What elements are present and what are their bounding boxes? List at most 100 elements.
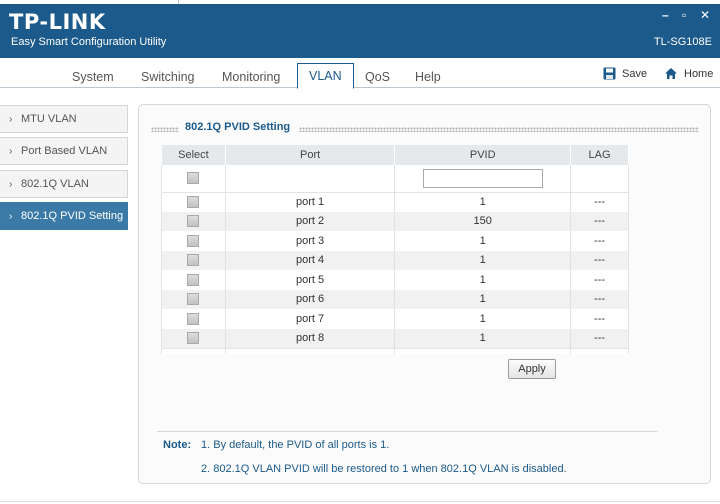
chevron-right-icon: › (9, 211, 13, 222)
app-subtitle: Easy Smart Configuration Utility (11, 36, 167, 48)
note-label: Note: (163, 439, 192, 451)
row-checkbox[interactable] (187, 332, 200, 345)
row-checkbox[interactable] (187, 215, 200, 228)
bulk-edit-row (161, 165, 629, 193)
pvid-cell: 1 (394, 231, 572, 251)
save-button[interactable]: Save (603, 67, 647, 80)
table-row: port 4 1 --- (161, 250, 629, 270)
table-header-row: Select Port PVID LAG (161, 145, 629, 165)
empty-cell (224, 347, 396, 354)
row-select-cell (161, 270, 226, 290)
row-checkbox[interactable] (187, 312, 200, 325)
row-select-cell (161, 328, 226, 348)
column-header-pvid: PVID (394, 145, 572, 165)
section-divider (299, 127, 699, 132)
pvid-cell: 1 (394, 289, 572, 309)
pvid-cell: 1 (394, 328, 572, 348)
floppy-disk-icon (603, 67, 616, 80)
home-label: Home (684, 67, 714, 80)
row-select-cell (161, 211, 226, 231)
home-button[interactable]: Home (664, 67, 713, 80)
main-nav: System Switching Monitoring VLAN QoS Hel… (0, 58, 720, 89)
table-row: port 3 1 --- (161, 231, 629, 251)
close-icon[interactable]: ✕ (700, 8, 710, 22)
select-all-cell (161, 165, 226, 193)
tab-system[interactable]: System (72, 68, 114, 88)
port-cell: port 5 (224, 270, 396, 290)
port-cell: port 1 (224, 192, 396, 212)
sidebar-item-8021q-vlan[interactable]: › 802.1Q VLAN (0, 170, 128, 198)
tab-vlan[interactable]: VLAN (297, 63, 354, 89)
lag-cell: --- (570, 211, 629, 231)
sidebar-item-label: 802.1Q VLAN (21, 178, 89, 190)
select-all-checkbox[interactable] (187, 172, 200, 185)
empty-cell (570, 347, 629, 354)
row-checkbox[interactable] (187, 234, 200, 247)
chevron-right-icon: › (9, 114, 13, 125)
pvid-input-cell (394, 165, 572, 193)
lag-cell: --- (570, 231, 629, 251)
sidebar-item-port-based-vlan[interactable]: › Port Based VLAN (0, 137, 128, 165)
empty-cell (394, 347, 572, 354)
empty-cell (570, 165, 629, 193)
lag-cell: --- (570, 328, 629, 348)
table-row: port 5 1 --- (161, 270, 629, 290)
lag-cell: --- (570, 250, 629, 270)
section-divider (151, 127, 179, 132)
row-select-cell (161, 250, 226, 270)
pvid-table: Select Port PVID LAG port 1 1 --- port 2… (161, 145, 629, 354)
row-checkbox[interactable] (187, 254, 200, 267)
pvid-input[interactable] (422, 168, 543, 188)
house-icon (665, 68, 677, 79)
row-checkbox[interactable] (187, 273, 200, 286)
chevron-right-icon: › (9, 179, 13, 190)
pvid-cell: 1 (394, 270, 572, 290)
row-checkbox[interactable] (187, 293, 200, 306)
port-cell: port 3 (224, 231, 396, 251)
pvid-settings-panel: 802.1Q PVID Setting Select Port PVID LAG (138, 104, 711, 484)
row-select-cell (161, 289, 226, 309)
empty-cell (224, 165, 396, 193)
sidebar-item-label: 802.1Q PVID Setting (21, 210, 124, 222)
tab-monitoring[interactable]: Monitoring (222, 68, 280, 88)
note-divider (157, 431, 657, 432)
device-model: TL-SG108E (653, 36, 712, 48)
note-line-1: 1. By default, the PVID of all ports is … (201, 439, 390, 451)
row-select-cell (161, 192, 226, 212)
save-label: Save (622, 67, 648, 80)
table-row: port 1 1 --- (161, 192, 629, 212)
row-checkbox[interactable] (187, 196, 200, 209)
table-row: port 7 1 --- (161, 309, 629, 329)
tab-qos[interactable]: QoS (365, 68, 390, 88)
window-bottom-edge (0, 501, 720, 502)
port-cell: port 8 (224, 328, 396, 348)
sidebar-item-label: Port Based VLAN (21, 145, 108, 157)
port-cell: port 7 (224, 309, 396, 329)
section-title: 802.1Q PVID Setting (185, 121, 291, 133)
apply-button[interactable]: Apply (508, 359, 556, 379)
note-line-2: 2. 802.1Q VLAN PVID will be restored to … (201, 463, 567, 475)
sidebar-item-8021q-pvid-setting[interactable]: › 802.1Q PVID Setting (0, 202, 128, 230)
pvid-cell: 150 (394, 211, 572, 231)
pvid-cell: 1 (394, 192, 572, 212)
table-row: port 2 150 --- (161, 211, 629, 231)
port-cell: port 4 (224, 250, 396, 270)
port-cell: port 2 (224, 211, 396, 231)
table-row: port 8 1 --- (161, 328, 629, 348)
column-header-lag: LAG (570, 145, 629, 165)
tab-switching[interactable]: Switching (141, 68, 195, 88)
brand-logo: TP-LINK (9, 10, 106, 34)
tab-help[interactable]: Help (415, 68, 441, 88)
minimize-icon[interactable]: – (662, 8, 669, 22)
column-header-port: Port (224, 145, 396, 165)
lag-cell: --- (570, 309, 629, 329)
row-select-cell (161, 231, 226, 251)
maximize-icon[interactable]: ▫ (682, 8, 686, 22)
table-footer-row (161, 347, 629, 354)
pvid-cell: 1 (394, 309, 572, 329)
title-bar: TP-LINK Easy Smart Configuration Utility… (0, 4, 720, 58)
sidebar-item-mtu-vlan[interactable]: › MTU VLAN (0, 105, 128, 133)
column-header-select: Select (161, 145, 226, 165)
empty-cell (161, 347, 226, 354)
row-select-cell (161, 309, 226, 329)
